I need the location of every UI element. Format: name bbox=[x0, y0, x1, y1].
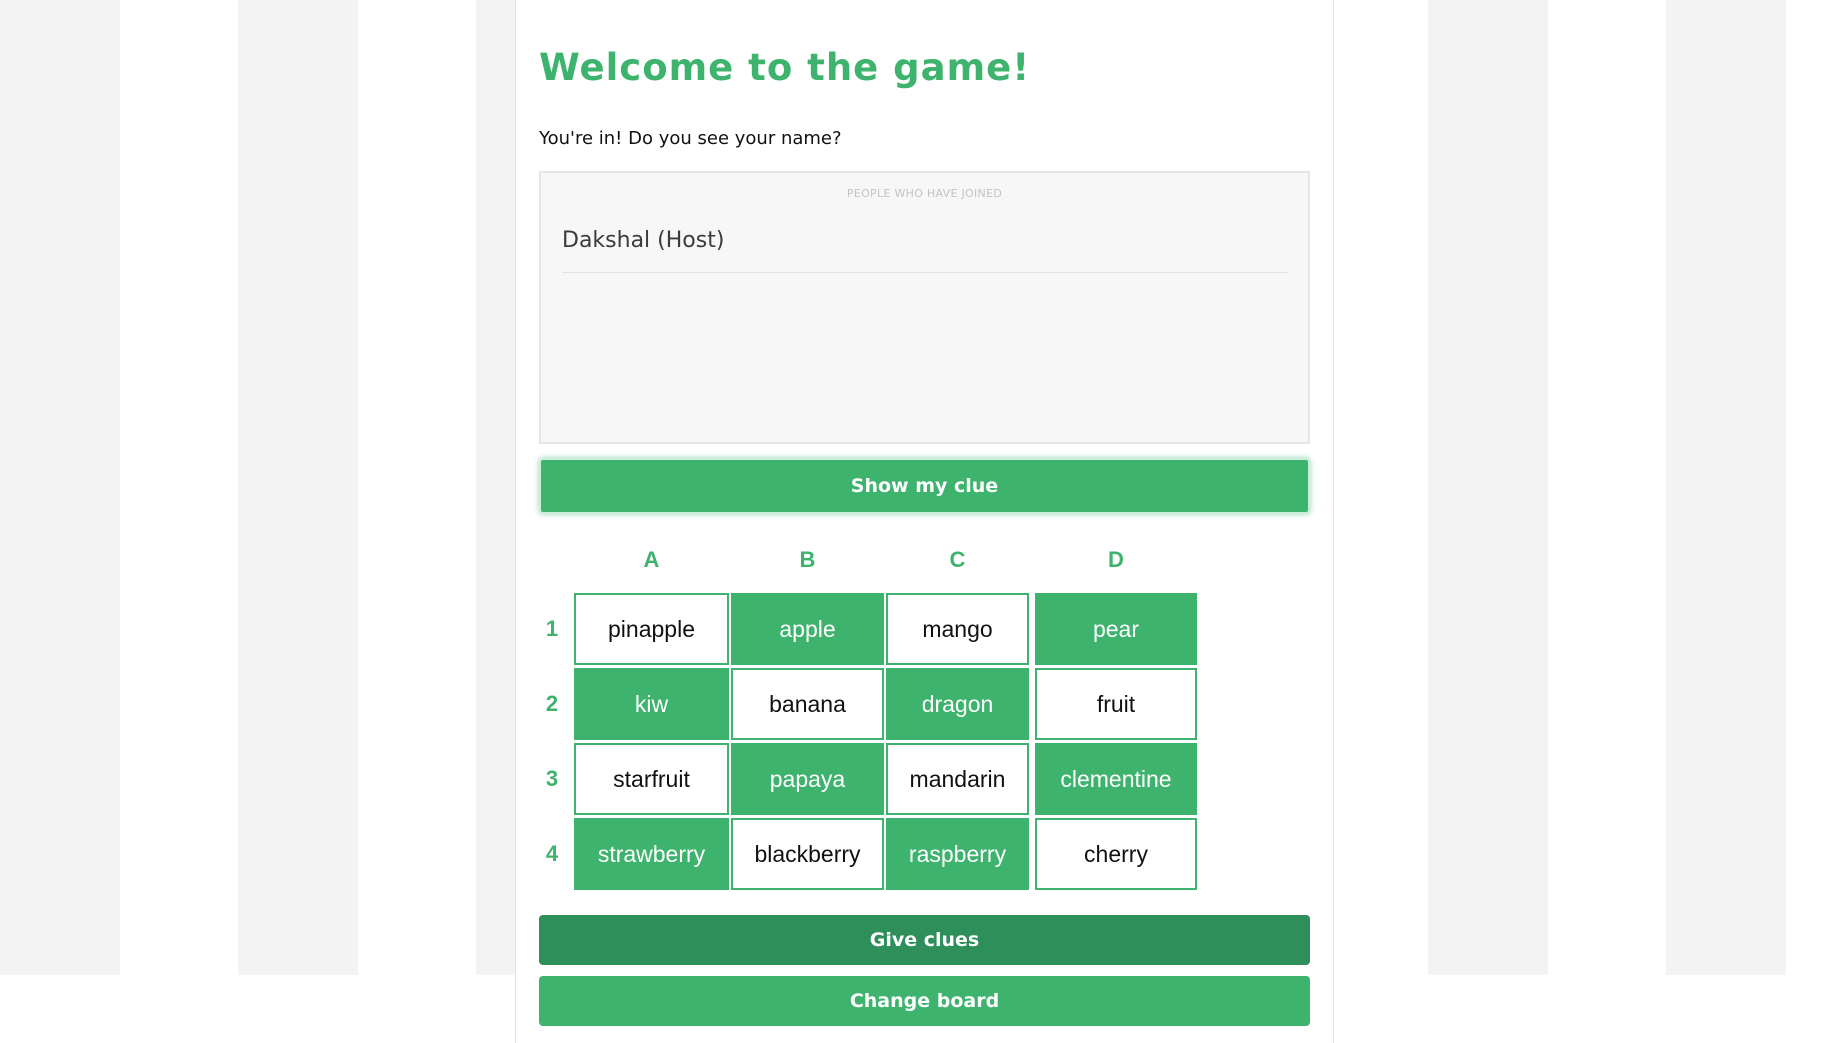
joined-players-panel: PEOPLE WHO HAVE JOINED Dakshal (Host) bbox=[539, 171, 1310, 444]
board-cell-a4[interactable]: strawberry bbox=[574, 818, 729, 890]
game-card: Welcome to the game! You're in! Do you s… bbox=[515, 0, 1334, 1043]
board-cell-b1[interactable]: apple bbox=[731, 593, 884, 665]
board-cell-d2[interactable]: fruit bbox=[1035, 668, 1197, 740]
join-confirmation-text: You're in! Do you see your name? bbox=[539, 128, 842, 149]
player-list-item: Dakshal (Host) bbox=[562, 228, 1289, 273]
board-cell-c4[interactable]: raspberry bbox=[886, 818, 1029, 890]
board-cell-c2[interactable]: dragon bbox=[886, 668, 1029, 740]
column-header-b: B bbox=[799, 547, 816, 572]
row-header-1: 1 bbox=[545, 616, 559, 641]
board-cell-b3[interactable]: papaya bbox=[731, 743, 884, 815]
joined-players-caption: PEOPLE WHO HAVE JOINED bbox=[846, 187, 1003, 200]
page-title: Welcome to the game! bbox=[539, 46, 1031, 89]
board-cell-a2[interactable]: kiw bbox=[574, 668, 729, 740]
column-header-c: C bbox=[949, 547, 966, 572]
board-cell-a1[interactable]: pinapple bbox=[574, 593, 729, 665]
board-cell-c3[interactable]: mandarin bbox=[886, 743, 1029, 815]
column-header-d: D bbox=[1108, 547, 1124, 572]
board-cell-a3[interactable]: starfruit bbox=[574, 743, 729, 815]
board-cell-d3[interactable]: clementine bbox=[1035, 743, 1197, 815]
row-header-2: 2 bbox=[545, 691, 559, 716]
board-cell-c1[interactable]: mango bbox=[886, 593, 1029, 665]
board-cell-b4[interactable]: blackberry bbox=[731, 818, 884, 890]
board-cell-d1[interactable]: pear bbox=[1035, 593, 1197, 665]
change-board-button[interactable]: Change board bbox=[539, 976, 1310, 1026]
board-cell-b2[interactable]: banana bbox=[731, 668, 884, 740]
row-header-4: 4 bbox=[545, 841, 559, 866]
show-my-clue-button[interactable]: Show my clue bbox=[539, 458, 1310, 514]
give-clues-button[interactable]: Give clues bbox=[539, 915, 1310, 965]
board-cell-d4[interactable]: cherry bbox=[1035, 818, 1197, 890]
row-header-3: 3 bbox=[545, 766, 559, 791]
column-header-a: A bbox=[643, 547, 660, 572]
